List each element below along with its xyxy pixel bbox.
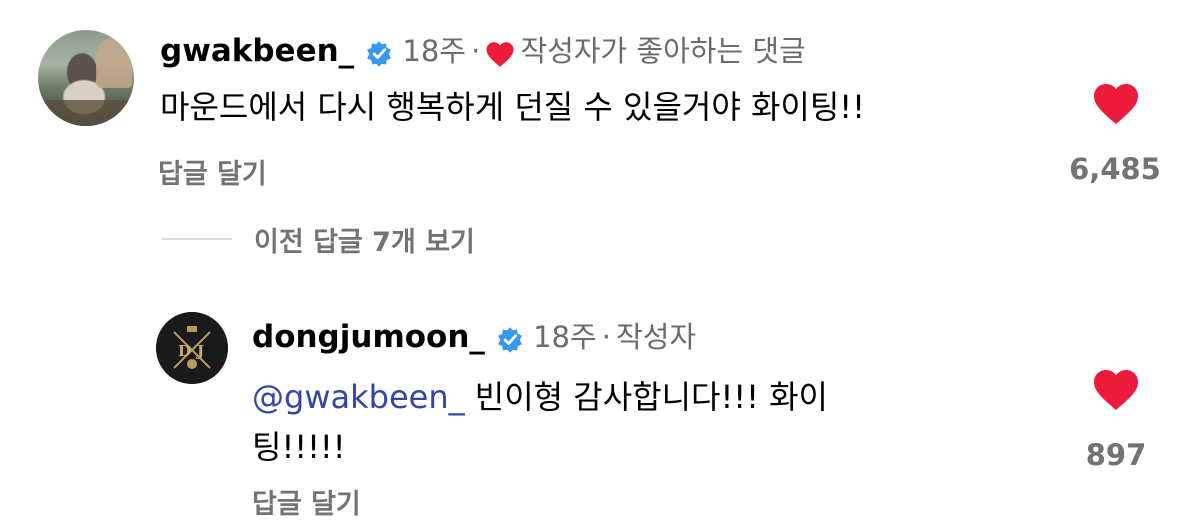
- comment2-like-heart-icon[interactable]: [1092, 368, 1140, 412]
- comment1-reply-button[interactable]: 답글 달기: [158, 152, 267, 191]
- comment2-mention[interactable]: @gwakbeen_: [252, 378, 465, 416]
- avatar-dongjumoon[interactable]: D J: [156, 312, 228, 384]
- comment2-text: 빈이형 감사합니다!!! 화이: [464, 378, 828, 416]
- verified-badge-icon: [498, 326, 522, 353]
- replies-divider: [162, 238, 232, 240]
- avatar-gwakbeen[interactable]: [38, 30, 134, 126]
- comment1-time: 18주: [402, 34, 466, 68]
- view-previous-replies-button[interactable]: 이전 답글 7개 보기: [254, 220, 475, 259]
- dj-logo-icon: D J: [156, 312, 228, 384]
- comment2-reply-button[interactable]: 답글 달기: [252, 482, 361, 521]
- comment1-author-liked: 작성자가 좋아하는 댓글: [520, 34, 806, 68]
- verified-badge-icon: [367, 40, 392, 67]
- comment1-like-heart-icon[interactable]: [1092, 82, 1140, 126]
- comment2-separator: ·: [601, 320, 612, 354]
- svg-text:D: D: [178, 342, 191, 360]
- comment2-username[interactable]: dongjumoon_: [252, 319, 485, 355]
- comment2-time: 18주: [533, 320, 597, 354]
- comment1-header: gwakbeen_ 18주 · 작성자가 좋아하는 댓글: [160, 28, 806, 70]
- comment2-like-count: 897: [1085, 438, 1147, 472]
- comment1-like-count: 6,485: [1069, 152, 1161, 186]
- comment2-text-line2: 팅!!!!!: [252, 428, 346, 466]
- comment1-separator: ·: [471, 34, 481, 68]
- comment2-text-line1: @gwakbeen_ 빈이형 감사합니다!!! 화이: [252, 372, 828, 418]
- comment2-header: dongjumoon_ 18주 · 작성자: [252, 314, 696, 356]
- heart-icon: [486, 42, 514, 67]
- svg-text:J: J: [195, 342, 204, 360]
- comment2-author-badge: 작성자: [616, 320, 697, 354]
- comment1-text: 마운드에서 다시 행복하게 던질 수 있을거야 화이팅!!: [160, 88, 865, 126]
- comment1-username[interactable]: gwakbeen_: [160, 33, 354, 69]
